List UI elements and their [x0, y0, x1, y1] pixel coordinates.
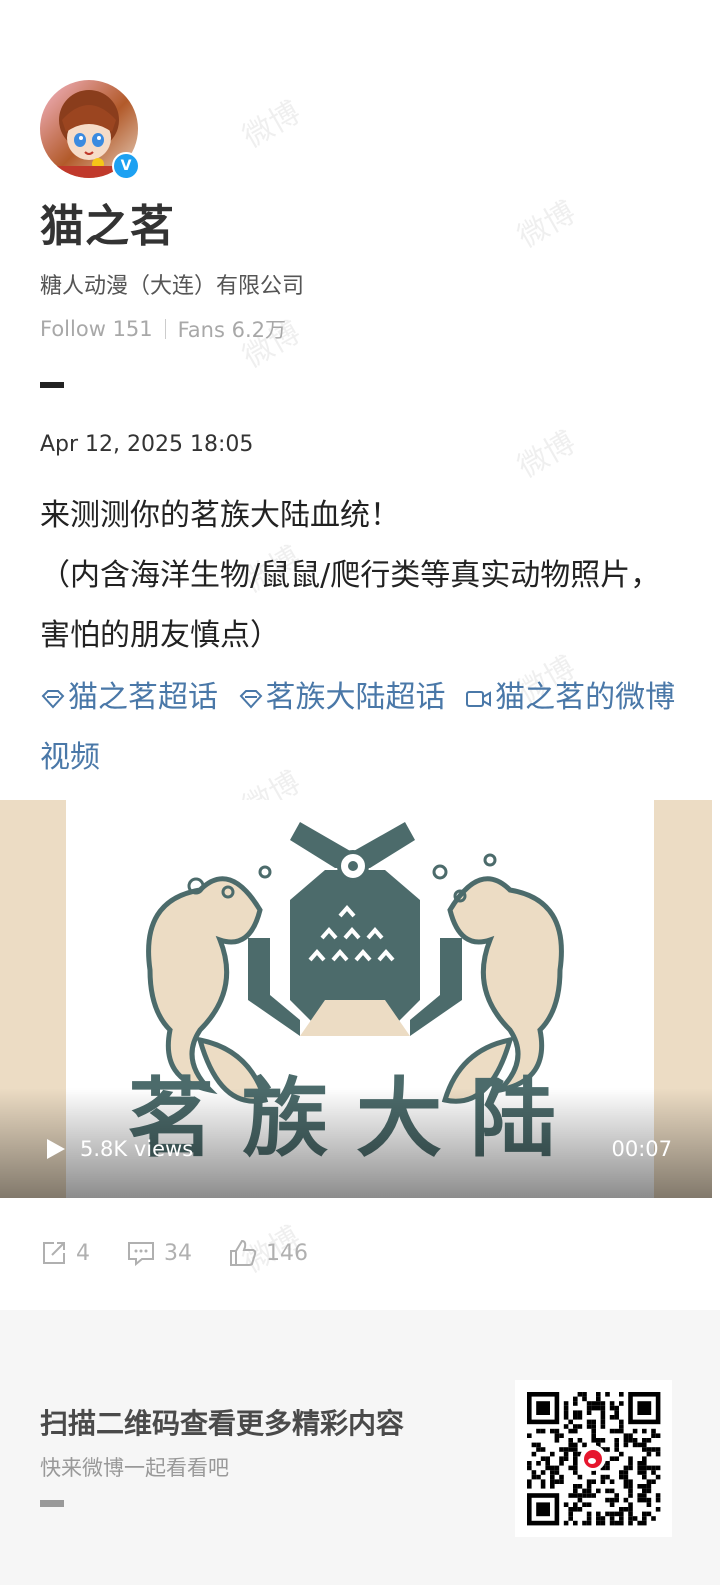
video-player[interactable]: 茗族大陆 5.8K views 00:07 [0, 800, 712, 1198]
thumbs-up-icon [230, 1239, 257, 1266]
tag-link[interactable]: 猫之茗超话 [40, 680, 228, 715]
watermark: 微博 [512, 424, 582, 486]
fans-stat[interactable]: Fans 6.2万 [178, 314, 286, 344]
repost-count: 4 [76, 1240, 90, 1266]
repost-icon [43, 1242, 65, 1264]
profile-company: 糖人动漫（大连）有限公司 [40, 274, 305, 299]
follow-label: Follow [40, 317, 106, 341]
profile-stats: Follow 151 Fans 6.2万 [40, 314, 286, 344]
comment-count: 34 [164, 1240, 192, 1266]
stats-divider [164, 319, 166, 339]
video-duration: 00:07 [611, 1137, 672, 1161]
video-camera-icon [466, 690, 492, 707]
tag-label: 猫之茗超话 [68, 680, 218, 715]
diamond-icon [41, 689, 65, 708]
diamond-icon [239, 689, 262, 708]
video-views: 5.8K views [80, 1137, 194, 1161]
repost-button[interactable]: 4 [40, 1239, 90, 1267]
post-date: Apr 12, 2025 18:05 [40, 432, 254, 457]
post-tags: 猫之茗超话 茗族大陆超话 猫之茗的微博视频 [40, 668, 680, 788]
comment-button[interactable]: 34 [126, 1239, 192, 1267]
follow-count: 151 [112, 317, 153, 341]
post-text-line: （内含海洋生物/鼠鼠/爬行类等真实动物照片，害怕的朋友慎点） [40, 558, 661, 653]
like-count: 146 [266, 1240, 308, 1266]
section-divider [40, 382, 64, 388]
qr-code[interactable] [515, 1380, 672, 1537]
footer-title: 扫描二维码查看更多精彩内容 [40, 1407, 405, 1440]
footer-divider [40, 1500, 64, 1507]
fans-count: 6.2万 [231, 318, 287, 342]
fans-label: Fans [177, 318, 225, 342]
like-button[interactable]: 146 [228, 1238, 308, 1268]
comment-icon [128, 1242, 154, 1267]
post-text: 来测测你的茗族大陆血统！ （内含海洋生物/鼠鼠/爬行类等真实动物照片，害怕的朋友… [40, 486, 680, 666]
play-icon[interactable] [42, 1136, 68, 1162]
profile-name[interactable]: 猫之茗 [40, 190, 175, 254]
footer-subtitle: 快来微博一起看看吧 [40, 1456, 229, 1480]
post-actions: 4 34 146 [40, 1238, 344, 1268]
watermark: 微博 [512, 194, 582, 256]
post-text-line: 来测测你的茗族大陆血统！ [40, 498, 400, 533]
follow-stat[interactable]: Follow 151 [40, 317, 153, 341]
qr-footer: 扫描二维码查看更多精彩内容 快来微博一起看看吧 [0, 1310, 720, 1585]
verified-badge-icon: V [112, 152, 140, 180]
tag-label: 茗族大陆超话 [265, 680, 446, 715]
tag-link[interactable]: 茗族大陆超话 [238, 680, 456, 715]
